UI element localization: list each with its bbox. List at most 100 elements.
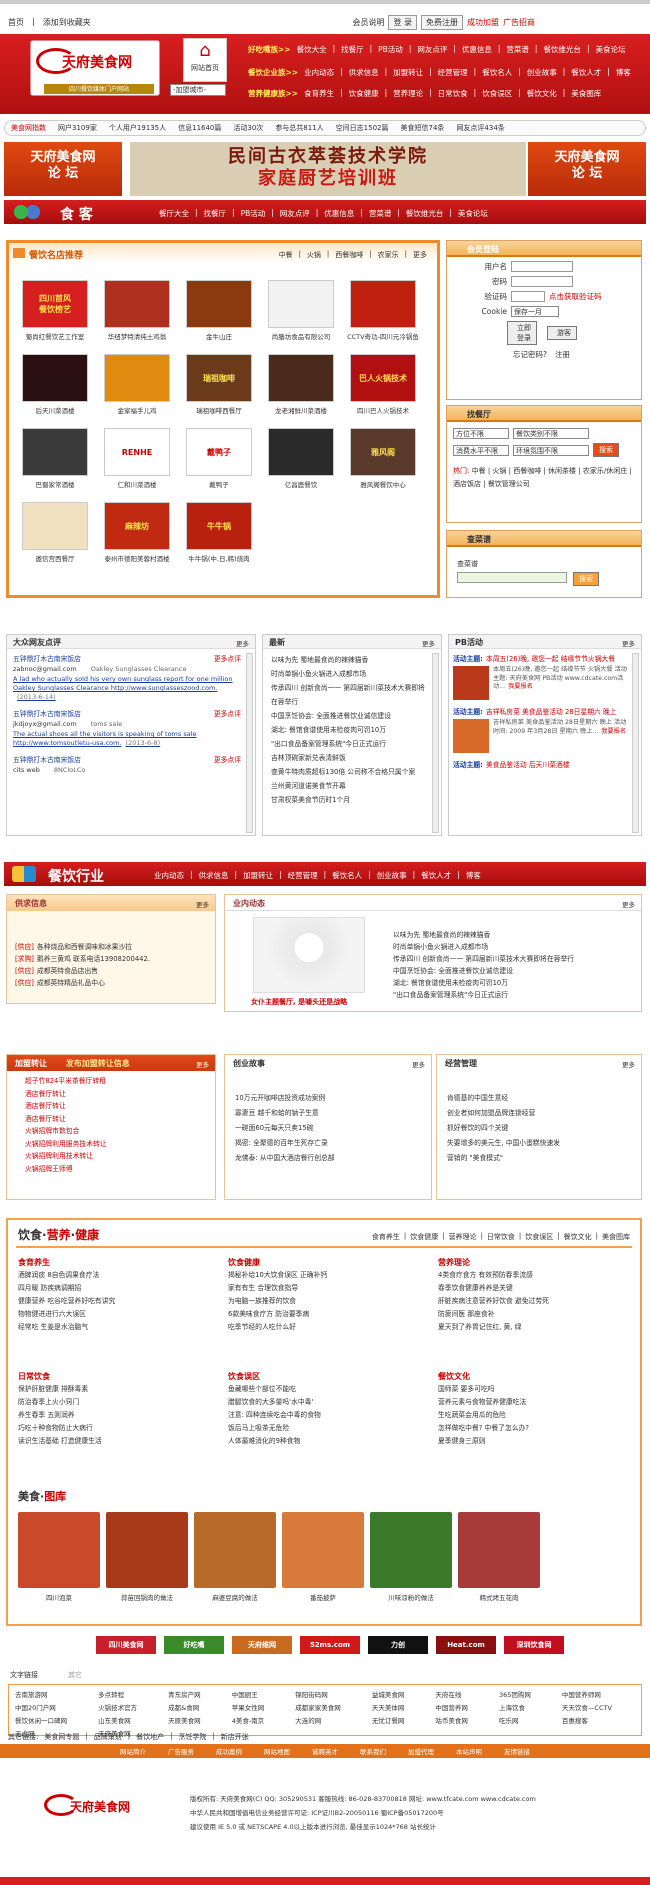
username-input[interactable] [511,261,573,272]
transfer-item[interactable]: 酒店餐厅转让 [25,1088,215,1101]
food-nav-link[interactable]: 日常饮食 [487,1232,515,1242]
city-select[interactable]: -加盟城市- [170,84,226,96]
forum-banner-left[interactable]: 天府美食网 论 坛 [4,142,122,196]
restaurant-logo[interactable] [104,354,170,402]
friend-link[interactable]: 益城美食网 [372,1689,428,1699]
restaurant-card[interactable]: 亿昌鹿餐饮 [260,428,342,498]
hot-link[interactable]: 休闲茶楼 [548,467,576,475]
partner-logo[interactable]: 四川美食网 [96,1636,156,1654]
friend-link[interactable]: 天府在线 [435,1689,491,1699]
food-item[interactable]: 防治春季上火小窍门 [18,1396,218,1409]
home-link[interactable]: 首页 [8,17,24,28]
transfer-item[interactable]: 火锅招牌市数包合 [25,1125,215,1138]
mgmt-more-link[interactable]: 更多 [622,1059,635,1069]
news-item[interactable]: 时尚单锅小鱼火锅进入成都市场 [385,941,635,953]
food-item[interactable]: 经常吃 生姜是水治脑气 [18,1321,218,1334]
food-item[interactable]: 6款美味食疗方 防治要季病 [228,1308,428,1321]
diner-link[interactable]: PB活动 [241,208,266,219]
partner-logo[interactable]: 深圳饮食网 [504,1636,564,1654]
review-shop-link[interactable]: 五钟鼎打木古南宋饭店 [13,653,81,663]
category-select[interactable]: 餐饮类别不限 [513,428,589,439]
industry-link[interactable]: 餐饮人才 [421,870,451,881]
recipe-search-button[interactable]: 搜索 [573,572,599,586]
nav-link[interactable]: 美食论坛 [595,44,625,55]
other-link[interactable]: 餐饮地产 [136,1732,164,1742]
restaurant-logo[interactable]: 瑞祖咖啡 [186,354,252,402]
latest-more-link[interactable]: 更多 [422,638,435,648]
restaurant-card[interactable]: 巴蜀家常酒楼 [14,428,96,498]
diner-link[interactable]: 营菜谱 [369,208,392,219]
restaurant-logo[interactable] [268,280,334,328]
signup-link[interactable]: 我要报名 [601,728,626,735]
friend-link[interactable]: 4美食-南京 [232,1715,288,1725]
restaurant-logo[interactable]: 雅风阁 [350,428,416,476]
forum-banner-right[interactable]: 天府美食网 论 坛 [528,142,646,196]
restaurant-name[interactable]: 龙老湘鲜川菜酒楼 [260,405,342,415]
school-banner[interactable]: 民间古衣萃荟技术学院 家庭厨艺培训班 [130,142,526,196]
restaurant-logo[interactable]: 麻辣坊 [104,502,170,550]
location-select[interactable]: 方位不限 [453,428,509,439]
food-item[interactable]: 鱼藏哪些个部位不能吃 [228,1383,428,1396]
food-item[interactable]: 健康营养 吃谷吃营养好吃有讲究 [18,1295,218,1308]
diner-link[interactable]: 网友点评 [280,208,310,219]
nav-link[interactable]: 营菜谱 [506,44,529,55]
restaurant-card[interactable]: 龙老湘鲜川菜酒楼 [260,354,342,424]
mgmt-item[interactable]: 抓好餐饮的四个关键 [447,1121,641,1136]
nav-link[interactable]: 餐饮维光台 [543,44,581,55]
restaurant-name[interactable]: 牛牛锅(中,日,韩)烧肉 [178,553,260,563]
restaurant-name[interactable]: 华纽梦特清纯土鸡翁 [96,331,178,341]
other-link[interactable]: 新店开张 [221,1732,249,1742]
join-link[interactable]: 成功加盟 [467,17,499,28]
restaurant-name[interactable]: 邀信宫西餐厅 [14,553,96,563]
food-nav-link[interactable]: 饮食健康 [410,1232,438,1242]
gallery-caption[interactable]: 韩式烤五花肉 [480,1594,519,1602]
register-button[interactable]: 免费注册 [421,15,463,30]
password-input[interactable] [511,276,573,287]
restaurant-logo[interactable] [104,280,170,328]
guest-button[interactable]: 游客 [547,326,577,340]
food-item[interactable]: 养生春季 五则润养 [18,1409,218,1422]
news-item[interactable]: 传承四川 创新食尚一一 第四届新川菜技术大赛即将在蓉举行 [385,953,635,965]
gallery-photo[interactable] [18,1512,100,1588]
food-item[interactable]: 保护肝脏健康 排酥毒素 [18,1383,218,1396]
gallery-photo[interactable] [370,1512,452,1588]
transfer-item[interactable]: 火锅招牌利用技术转让 [25,1150,215,1163]
restaurant-logo[interactable]: 巴人火锅技术 [350,354,416,402]
friend-link[interactable]: 苹果女性网 [232,1702,288,1712]
forgot-password-link[interactable]: 忘记密码? [513,349,547,360]
hot-link[interactable]: 酒店饭店 [453,480,481,488]
food-column-title[interactable]: 营养理论 [438,1256,638,1269]
nav-link[interactable]: 营养理论 [393,88,423,99]
nav-link[interactable]: 创业故事 [527,67,557,78]
footer-nav-link[interactable]: 加盟代理 [408,1746,434,1756]
story-item[interactable]: 寡妻豆 越千和蛤的钠子生意 [235,1106,431,1121]
food-item[interactable]: 人体最难消化的9种食物 [228,1435,428,1448]
friend-link[interactable]: 火锅技术官方 [98,1702,160,1712]
restaurant-card[interactable]: 牛牛锅牛牛锅(中,日,韩)烧肉 [178,502,260,572]
transfer-item[interactable]: 酒店餐厅转让 [25,1100,215,1113]
transfer-item[interactable]: 火锅招牌王师傅 [25,1163,215,1176]
cookie-select[interactable]: 保存一月 [511,306,559,317]
restaurant-card[interactable]: 华纽梦特清纯土鸡翁 [96,280,178,350]
latest-item[interactable]: 甘肃权菜美食节历时1个月 [263,793,431,807]
restaurant-name[interactable]: 后天川菜酒楼 [14,405,96,415]
restaurant-card[interactable]: 戴鸭子 戴鸭子 [178,428,260,498]
transfer-item[interactable]: 酒店餐厅转让 [25,1113,215,1126]
other-link[interactable]: 品牌策划 [94,1732,122,1742]
scrollbar[interactable] [432,653,439,833]
food-nav-link[interactable]: 餐饮文化 [564,1232,592,1242]
diner-link[interactable]: 优惠信息 [324,208,354,219]
partner-logo[interactable]: Heat.com [436,1636,496,1654]
friend-link[interactable]: 成都&食网 [168,1702,224,1712]
latest-item[interactable]: 时尚单锅小鱼火锅进入成都市场 [263,667,431,681]
friend-link[interactable]: 大连的网 [295,1715,364,1725]
food-column-title[interactable]: 饮食误区 [228,1370,428,1383]
news-item[interactable]: 湖北: 餐馆食谱使用未检疫肉可罚10万 [385,977,635,989]
restaurant-logo[interactable]: 牛牛锅 [186,502,252,550]
food-item[interactable]: 4类食疗食方 有效预防春季流感 [438,1269,638,1282]
recipe-input[interactable] [457,572,567,583]
gallery-item[interactable]: 川味凉粉的做法 [370,1512,452,1602]
footer-nav-link[interactable]: 友情链接 [504,1746,530,1756]
restaurant-logo[interactable] [22,354,88,402]
nav-link[interactable]: 餐饮人才 [571,67,601,78]
